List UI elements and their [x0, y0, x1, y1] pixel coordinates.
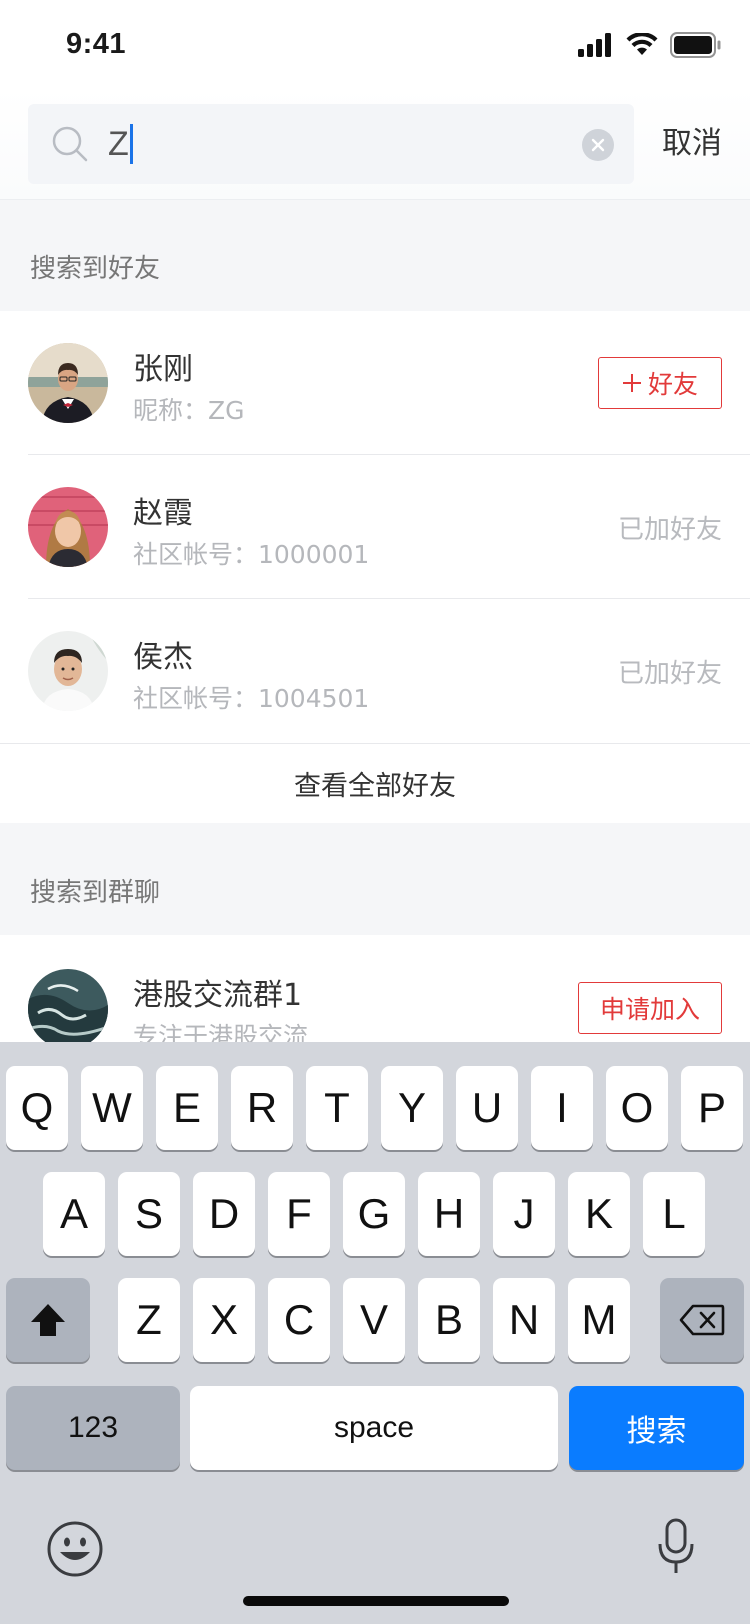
- numbers-key[interactable]: 123: [6, 1386, 180, 1470]
- shift-key[interactable]: [6, 1278, 90, 1362]
- signal-icon: [578, 33, 611, 57]
- key-b[interactable]: B: [418, 1278, 480, 1362]
- key-h[interactable]: H: [418, 1172, 480, 1256]
- backspace-key[interactable]: [660, 1278, 744, 1362]
- search-icon: [52, 126, 88, 162]
- text-caret: [129, 124, 133, 165]
- numbers-key-label: 123: [67, 1411, 119, 1444]
- groups-section-header: 搜索到群聊: [0, 823, 750, 935]
- clear-icon[interactable]: [582, 129, 614, 161]
- contact-name: 侯杰: [133, 640, 193, 675]
- space-key[interactable]: space: [190, 1386, 558, 1470]
- key-y[interactable]: Y: [381, 1066, 443, 1150]
- cancel-button[interactable]: 取消: [662, 118, 722, 162]
- key-p[interactable]: P: [681, 1066, 743, 1150]
- avatar: [28, 631, 108, 711]
- add-friend-label: 好友: [647, 371, 698, 399]
- key-a[interactable]: A: [43, 1172, 105, 1256]
- search-query: Z: [108, 125, 129, 163]
- key-t[interactable]: T: [306, 1066, 368, 1150]
- key-k[interactable]: K: [568, 1172, 630, 1256]
- contact-name: 赵霞: [133, 496, 193, 531]
- friends-section-header: 搜索到好友: [0, 201, 750, 311]
- contact-name: 张刚: [133, 352, 193, 387]
- search-key[interactable]: 搜索: [569, 1386, 744, 1470]
- microphone-icon[interactable]: [656, 1518, 696, 1576]
- status-icons: [578, 30, 722, 60]
- groups-list: 港股交流群1 专注于港股交流 申请加入: [0, 935, 750, 1042]
- search-header: Z 取消: [0, 88, 750, 200]
- avatar: [28, 969, 108, 1042]
- key-u[interactable]: U: [456, 1066, 518, 1150]
- key-f[interactable]: F: [268, 1172, 330, 1256]
- friends-list: 张刚 昵称：ZG 好友 赵霞 社区帐号：1000001 已加好友 侯杰 社区帐号…: [0, 311, 750, 823]
- home-indicator: [243, 1596, 509, 1606]
- list-item[interactable]: 港股交流群1 专注于港股交流 申请加入: [0, 935, 750, 1042]
- key-s[interactable]: S: [118, 1172, 180, 1256]
- close-icon: [591, 138, 605, 152]
- status-bar: 9:41: [0, 0, 750, 88]
- avatar: [28, 487, 108, 567]
- join-group-button[interactable]: 申请加入: [578, 982, 722, 1034]
- key-r[interactable]: R: [231, 1066, 293, 1150]
- friends-section-title: 搜索到好友: [30, 254, 161, 284]
- list-item[interactable]: 张刚 昵称：ZG 好友: [0, 311, 750, 455]
- view-all-friends-link[interactable]: 查看全部好友: [0, 743, 750, 823]
- key-v[interactable]: V: [343, 1278, 405, 1362]
- emoji-icon[interactable]: [46, 1520, 104, 1578]
- key-q[interactable]: Q: [6, 1066, 68, 1150]
- key-z[interactable]: Z: [118, 1278, 180, 1362]
- key-j[interactable]: J: [493, 1172, 555, 1256]
- add-friend-button[interactable]: 好友: [598, 357, 722, 409]
- key-l[interactable]: L: [643, 1172, 705, 1256]
- key-w[interactable]: W: [81, 1066, 143, 1150]
- group-name: 港股交流群1: [133, 978, 303, 1013]
- status-time: 9:41: [66, 28, 127, 60]
- search-query-text[interactable]: Z: [108, 122, 133, 166]
- key-n[interactable]: N: [493, 1278, 555, 1362]
- key-x[interactable]: X: [193, 1278, 255, 1362]
- added-status: 已加好友: [617, 515, 722, 545]
- key-e[interactable]: E: [156, 1066, 218, 1150]
- contact-subtitle: 昵称：ZG: [133, 396, 245, 425]
- key-i[interactable]: I: [531, 1066, 593, 1150]
- groups-section-title: 搜索到群聊: [30, 878, 161, 908]
- contact-subtitle: 社区帐号：1004501: [133, 684, 370, 713]
- key-m[interactable]: M: [568, 1278, 630, 1362]
- backspace-icon: [679, 1304, 725, 1336]
- wifi-icon: [626, 33, 658, 55]
- list-item[interactable]: 侯杰 社区帐号：1004501 已加好友: [0, 599, 750, 743]
- added-status: 已加好友: [617, 659, 722, 689]
- plus-icon: [622, 374, 641, 392]
- shift-icon: [31, 1304, 65, 1336]
- search-input[interactable]: Z: [28, 104, 634, 184]
- battery-icon: [670, 32, 721, 58]
- keyboard: 123 space 搜索 QWERTYUIOP ASDFGHJKL ZXCVBNM: [0, 1042, 750, 1624]
- key-c[interactable]: C: [268, 1278, 330, 1362]
- key-o[interactable]: O: [606, 1066, 668, 1150]
- list-item[interactable]: 赵霞 社区帐号：1000001 已加好友: [0, 455, 750, 599]
- avatar: [28, 343, 108, 423]
- key-d[interactable]: D: [193, 1172, 255, 1256]
- key-g[interactable]: G: [343, 1172, 405, 1256]
- contact-subtitle: 社区帐号：1000001: [133, 540, 370, 569]
- group-subtitle: 专注于港股交流: [133, 1022, 309, 1042]
